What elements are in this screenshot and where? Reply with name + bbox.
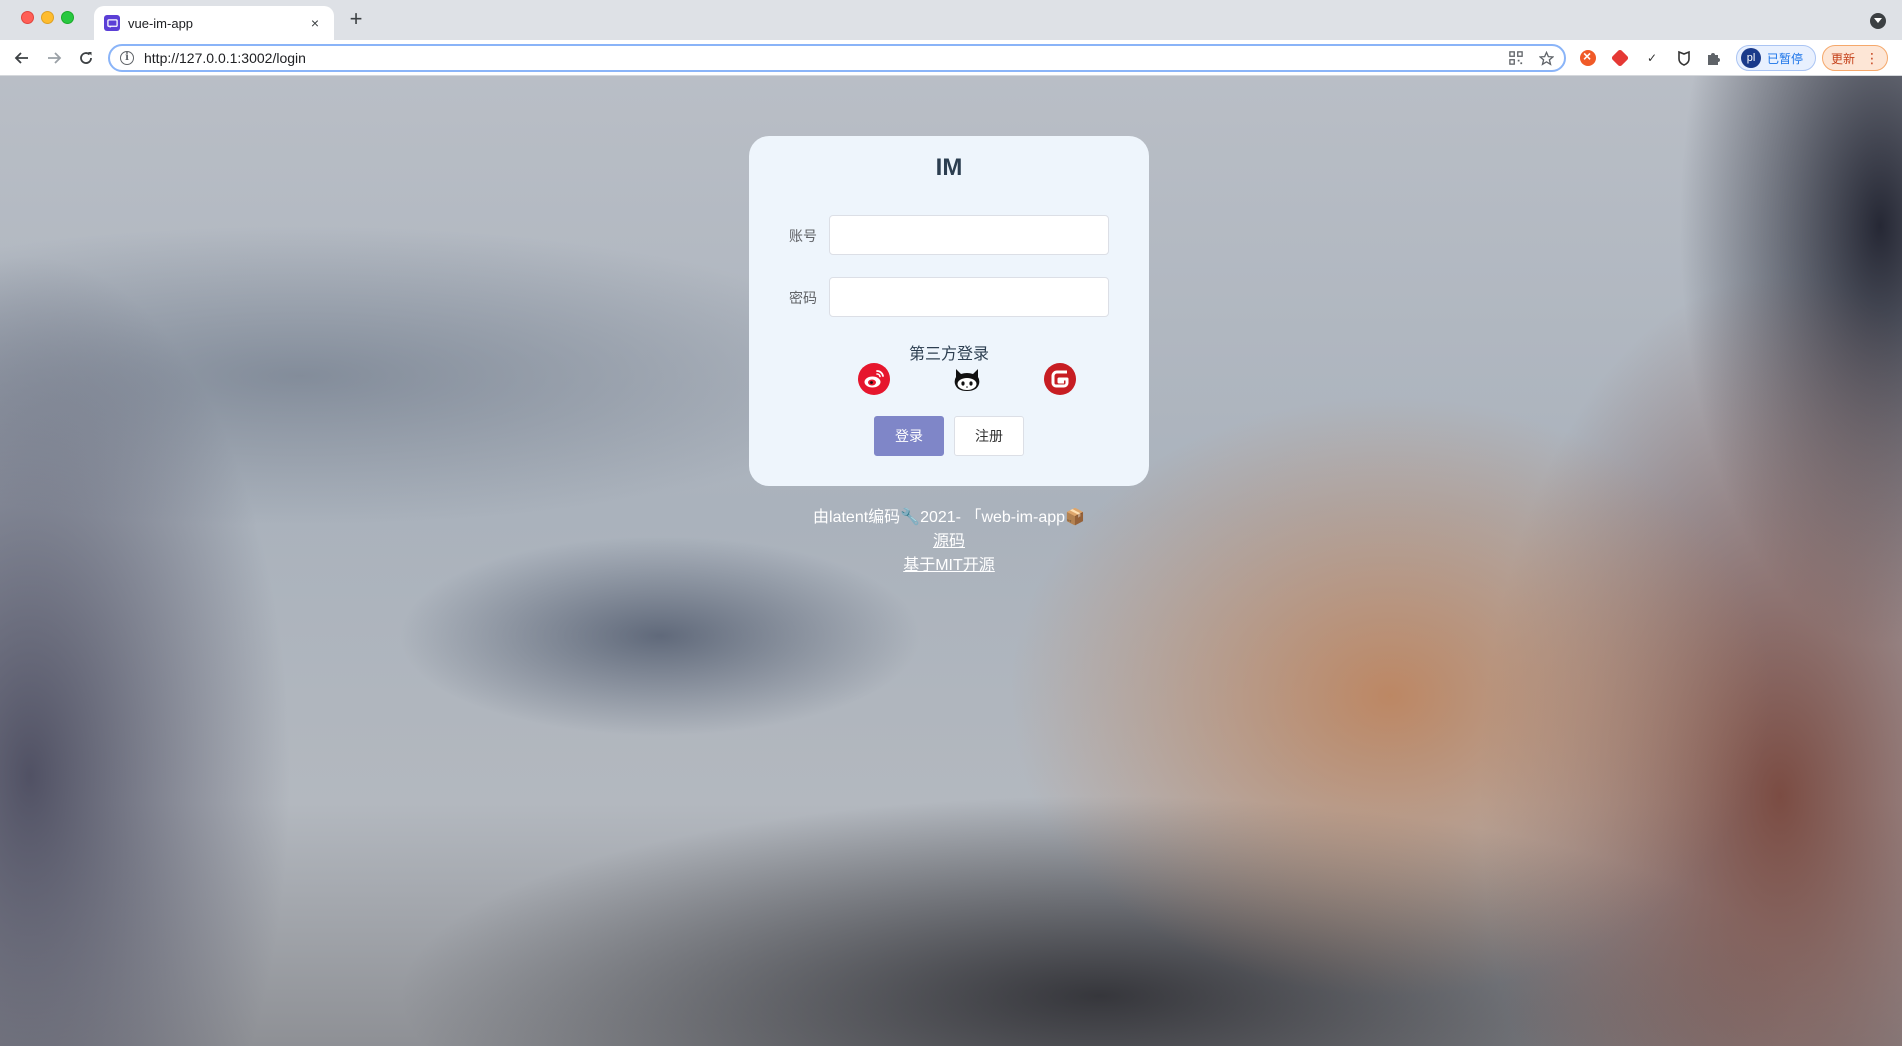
page-viewport: IM 账号 密码 第三方登录 登录 注册 由latent编码🔧2021- 「we… bbox=[0, 76, 1902, 1046]
update-label: 更新 bbox=[1831, 51, 1856, 66]
profile-button[interactable]: pl 已暂停 bbox=[1736, 45, 1816, 71]
qr-code-icon[interactable] bbox=[1508, 50, 1524, 66]
back-button[interactable] bbox=[10, 46, 34, 70]
password-input[interactable] bbox=[829, 277, 1109, 317]
close-tab-icon[interactable]: × bbox=[306, 15, 324, 31]
minimize-window-button[interactable] bbox=[41, 11, 54, 24]
github-icon bbox=[954, 369, 980, 391]
mit-license-link[interactable]: 基于MIT开源 bbox=[749, 554, 1149, 578]
forward-icon bbox=[48, 52, 62, 64]
puzzle-icon[interactable] bbox=[1706, 50, 1722, 66]
avatar: pl bbox=[1741, 48, 1761, 68]
update-button[interactable]: 更新 ⋮ bbox=[1822, 45, 1888, 71]
maximize-window-button[interactable] bbox=[61, 11, 74, 24]
footer-credit: 由latent编码🔧2021- 「web-im-app📦 bbox=[813, 509, 1085, 526]
source-code-link[interactable]: 源码 bbox=[749, 530, 1149, 554]
login-button[interactable]: 登录 bbox=[874, 416, 944, 456]
extension-shield-icon[interactable] bbox=[1676, 50, 1692, 66]
extension-check-icon[interactable]: ✓ bbox=[1644, 50, 1660, 66]
extension-orange-icon[interactable] bbox=[1580, 48, 1596, 66]
favicon-icon bbox=[104, 15, 120, 31]
new-tab-button[interactable]: + bbox=[344, 8, 368, 32]
login-title: IM bbox=[935, 154, 963, 181]
close-window-button[interactable] bbox=[21, 11, 34, 24]
login-card: IM 账号 密码 第三方登录 登录 注册 bbox=[749, 136, 1149, 486]
browser-tab-strip: vue-im-app × + bbox=[0, 0, 1902, 40]
profile-status-label: 已暂停 bbox=[1767, 51, 1804, 66]
password-label: 密码 bbox=[789, 290, 817, 306]
weibo-login-button[interactable] bbox=[858, 363, 890, 395]
menu-icon[interactable]: ⋮ bbox=[1865, 51, 1879, 65]
browser-toolbar: i http://127.0.0.1:3002/login ✓ pl 已暂停 更… bbox=[0, 40, 1902, 76]
account-input[interactable] bbox=[829, 215, 1109, 255]
bookmark-star-icon[interactable] bbox=[1538, 50, 1554, 66]
tab-search-icon[interactable] bbox=[1870, 13, 1886, 29]
reload-button[interactable] bbox=[74, 46, 98, 70]
account-label: 账号 bbox=[789, 228, 817, 244]
gitee-icon bbox=[1044, 363, 1076, 395]
register-button[interactable]: 注册 bbox=[954, 416, 1024, 456]
third-party-login-title: 第三方登录 bbox=[908, 346, 989, 363]
forward-button[interactable] bbox=[42, 46, 66, 70]
address-bar[interactable]: i http://127.0.0.1:3002/login bbox=[108, 44, 1566, 72]
back-icon bbox=[14, 52, 28, 64]
url-text[interactable]: http://127.0.0.1:3002/login bbox=[144, 50, 1494, 66]
github-login-button[interactable] bbox=[951, 363, 983, 395]
reload-icon bbox=[80, 52, 92, 64]
page-footer: 由latent编码🔧2021- 「web-im-app📦 源码 基于MIT开源 bbox=[749, 506, 1149, 578]
info-icon[interactable]: i bbox=[120, 51, 134, 65]
tab-title: vue-im-app bbox=[128, 15, 194, 31]
extension-red-cube-icon[interactable] bbox=[1610, 48, 1630, 68]
weibo-icon bbox=[858, 363, 890, 395]
browser-tab-active[interactable]: vue-im-app × bbox=[94, 6, 334, 40]
gitee-login-button[interactable] bbox=[1044, 363, 1076, 395]
